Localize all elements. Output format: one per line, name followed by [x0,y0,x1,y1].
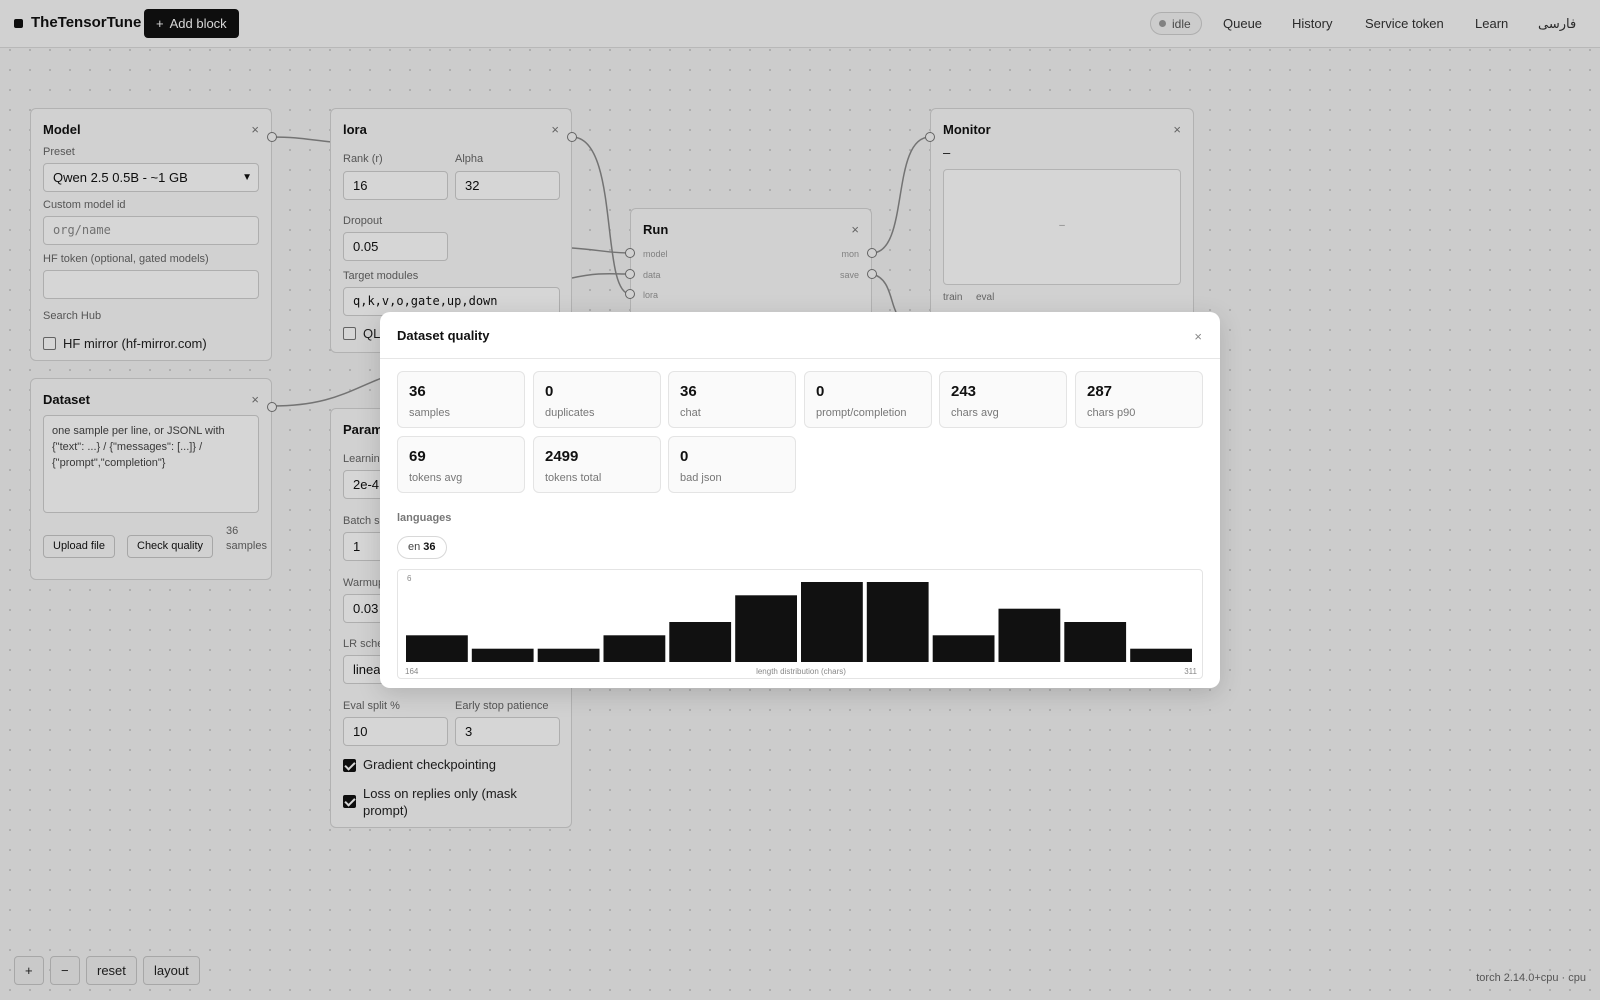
stat-label: chars p90 [1087,407,1136,419]
stat-value: 2499 [545,448,579,465]
histogram-bar [932,635,995,662]
stat-label: prompt/completion [816,407,907,419]
y-max-label: 6 [407,574,412,583]
stat-value: 36 [409,383,426,400]
stat-label: chars avg [951,407,999,419]
stat-label: tokens total [545,472,602,484]
stat-value: 287 [1087,383,1113,400]
stat-card: 2499 tokens total [533,436,661,493]
x-min-label: 164 [405,667,419,676]
stat-label: samples [409,407,450,419]
stat-card: 0 bad json [668,436,796,493]
close-icon[interactable]: × [1194,329,1202,344]
histogram-bar [537,648,600,662]
stat-card: 36 samples [397,371,525,428]
histogram-bar [471,648,534,662]
stat-label: tokens avg [409,472,463,484]
stat-card: 0 duplicates [533,371,661,428]
language-chip: en 36 [397,536,447,559]
stat-value: 0 [816,383,825,400]
histogram-bar [406,635,468,662]
stat-card: 36 chat [668,371,796,428]
modal-title: Dataset quality [397,328,490,343]
x-axis-label: length distribution (chars) [756,667,846,676]
histogram-bar [801,582,863,662]
language-code: en [408,541,421,553]
histogram-bar [1064,622,1127,662]
histogram-bar [1130,648,1192,662]
stat-card: 243 chars avg [939,371,1067,428]
dataset-quality-modal: Dataset quality × 36 samples 0 duplicate… [380,312,1220,688]
stat-label: bad json [680,472,722,484]
modal-divider [380,358,1220,359]
histogram-bar [669,622,732,662]
stat-value: 36 [680,383,697,400]
stat-card: 287 chars p90 [1075,371,1203,428]
stat-label: duplicates [545,407,595,419]
stat-value: 0 [545,383,554,400]
languages-heading: languages [397,512,452,524]
stat-value: 0 [680,448,689,465]
stat-label: chat [680,407,701,419]
length-histogram: 6 164 length distribution (chars) 311 [397,569,1203,679]
stat-card: 0 prompt/completion [804,371,932,428]
stat-value: 69 [409,448,426,465]
x-max-label: 311 [1184,667,1197,676]
histogram-bar [866,582,929,662]
histogram-bar [603,635,666,662]
histogram-bar [735,595,797,662]
stat-card: 69 tokens avg [397,436,525,493]
histogram-svg: 6 164 length distribution (chars) 311 [405,574,1198,676]
language-count: 36 [423,541,436,553]
histogram-bar [998,608,1061,662]
stat-value: 243 [951,383,977,400]
